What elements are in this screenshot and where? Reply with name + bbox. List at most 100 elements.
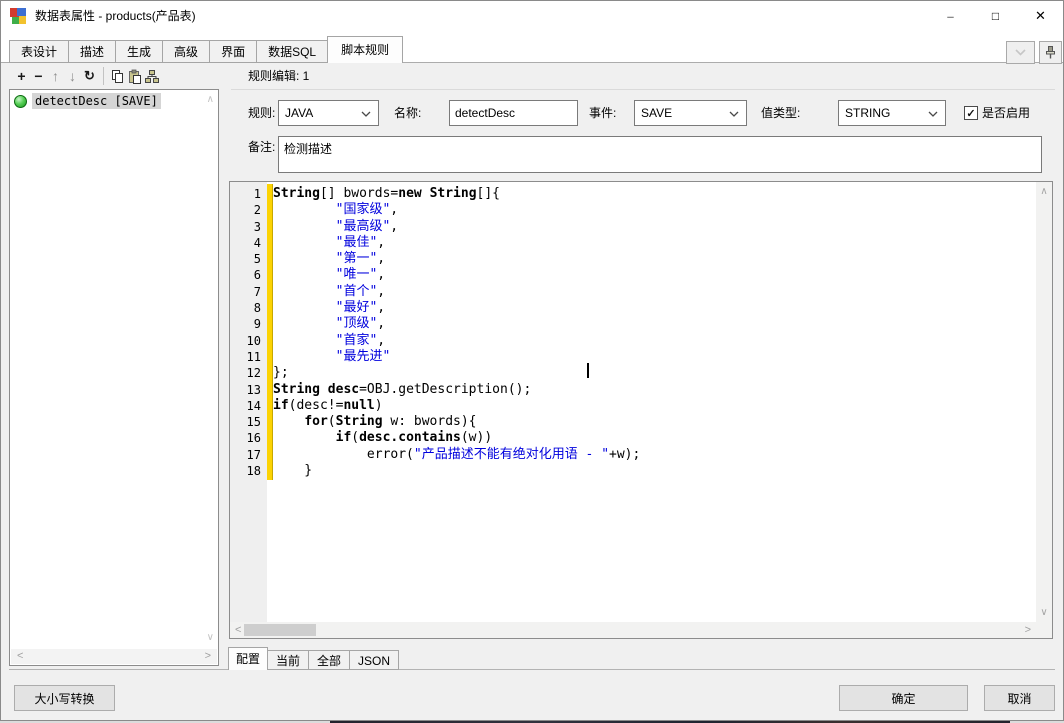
line-number: 3: [230, 219, 267, 235]
tab-bar: 表设计 描述 生成 高级 界面 数据SQL 脚本规则: [9, 36, 403, 63]
line-number: 13: [230, 382, 267, 398]
editor-scroll-down-icon[interactable]: ∨: [1036, 607, 1052, 618]
tab-current[interactable]: 当前: [267, 650, 309, 670]
code-line: "最佳",: [273, 235, 1036, 251]
editor-horizontal-scrollbar[interactable]: < >: [230, 622, 1036, 638]
tree-horizontal-scrollbar[interactable]: < >: [11, 649, 217, 664]
line-number: 18: [230, 463, 267, 479]
app-icon: [10, 8, 26, 24]
tab-advanced[interactable]: 高级: [162, 40, 210, 63]
screen: 数据表属性 - products(产品表) – □ ✕ 表设计 描述 生成 高级…: [0, 0, 1064, 723]
code-line: "第一",: [273, 251, 1036, 267]
rule-type-select[interactable]: JAVA: [278, 100, 379, 126]
tab-generate[interactable]: 生成: [115, 40, 163, 63]
editor-scroll-up-icon[interactable]: ∧: [1036, 186, 1052, 197]
line-number: 16: [230, 430, 267, 446]
remark-label: 备注:: [248, 134, 275, 160]
tab-config[interactable]: 配置: [228, 647, 268, 670]
code-line: "最好",: [273, 300, 1036, 316]
window-title: 数据表属性 - products(产品表): [35, 1, 196, 31]
tab-interface[interactable]: 界面: [209, 40, 257, 63]
toolbar-separator: [103, 67, 104, 85]
move-down-icon[interactable]: ↓: [64, 66, 81, 86]
code-line: if(desc.contains(w)): [273, 430, 1036, 446]
line-number: 2: [230, 202, 267, 218]
text-caret: [587, 363, 589, 378]
line-number: 11: [230, 349, 267, 365]
code-line: String[] bwords=new String[]{: [273, 186, 1036, 202]
line-number: 8: [230, 300, 267, 316]
tab-script-rules[interactable]: 脚本规则: [327, 36, 403, 63]
close-icon[interactable]: ✕: [1018, 1, 1063, 31]
title-bar: 数据表属性 - products(产品表) – □ ✕: [1, 1, 1063, 31]
line-number: 9: [230, 316, 267, 332]
minimize-icon[interactable]: –: [928, 1, 973, 31]
rule-toolbar: + − ↑ ↓ ↻: [13, 63, 160, 89]
remark-textarea[interactable]: 检测描述: [278, 136, 1042, 173]
chevron-down-icon: [1015, 49, 1026, 56]
header-divider: [231, 89, 1055, 90]
chevron-down-icon: [361, 111, 371, 117]
pin-icon: [1045, 46, 1056, 59]
tree-scroll-right-icon[interactable]: >: [205, 649, 211, 664]
paste-icon[interactable]: [126, 66, 143, 86]
maximize-icon[interactable]: □: [973, 1, 1018, 31]
rule-type-value: JAVA: [285, 106, 313, 120]
pin-button[interactable]: [1039, 41, 1062, 64]
tree-item-label: detectDesc [SAVE]: [32, 93, 161, 109]
add-icon[interactable]: +: [13, 66, 30, 86]
window-controls: – □ ✕: [928, 1, 1063, 31]
value-type-select[interactable]: STRING: [838, 100, 946, 126]
cancel-button[interactable]: 取消: [984, 685, 1055, 711]
case-convert-button[interactable]: 大小写转换: [14, 685, 115, 711]
move-up-icon[interactable]: ↑: [47, 66, 64, 86]
rule-name-input[interactable]: [449, 100, 578, 126]
code-lines[interactable]: String[] bwords=new String[]{ "国家级", "最高…: [273, 186, 1036, 479]
event-label: 事件:: [589, 100, 616, 126]
enabled-checkbox[interactable]: ✓: [964, 106, 978, 120]
rule-label: 规则:: [248, 100, 275, 126]
tab-data-sql[interactable]: 数据SQL: [256, 40, 328, 63]
line-number: 14: [230, 398, 267, 414]
line-number: 1: [230, 186, 267, 202]
check-icon: ✓: [966, 107, 975, 120]
script-editor[interactable]: 123456789101112131415161718 String[] bwo…: [229, 181, 1053, 639]
refresh-icon[interactable]: ↻: [81, 66, 98, 86]
chevron-down-icon: [928, 111, 938, 117]
copy-icon[interactable]: [109, 66, 126, 86]
editor-scroll-right-icon[interactable]: >: [1025, 622, 1031, 638]
code-line: "国家级",: [273, 202, 1036, 218]
line-number: 6: [230, 267, 267, 283]
code-line: "最高级",: [273, 219, 1036, 235]
code-line: "唯一",: [273, 267, 1036, 283]
code-line: String desc=OBJ.getDescription();: [273, 382, 1036, 398]
green-rule-icon: [14, 95, 27, 108]
name-label: 名称:: [394, 100, 421, 126]
event-select[interactable]: SAVE: [634, 100, 747, 126]
gutter-numbers: 123456789101112131415161718: [230, 186, 267, 479]
tab-description[interactable]: 描述: [68, 40, 116, 63]
orgchart-icon[interactable]: [143, 66, 160, 86]
code-line: "最先进": [273, 349, 1036, 365]
tab-table-design[interactable]: 表设计: [9, 40, 69, 63]
bottom-tab-bar: 配置 当前 全部 JSON: [229, 647, 399, 670]
table-properties-window: 数据表属性 - products(产品表) – □ ✕ 表设计 描述 生成 高级…: [0, 0, 1064, 721]
rule-tree-panel[interactable]: detectDesc [SAVE] ∧ ∨ < >: [9, 89, 219, 666]
tree-item-detectdesc[interactable]: detectDesc [SAVE]: [14, 93, 161, 109]
tree-scroll-left-icon[interactable]: <: [17, 649, 23, 664]
line-number: 7: [230, 284, 267, 300]
editor-scroll-corner: [1036, 622, 1052, 638]
tab-json[interactable]: JSON: [349, 650, 399, 670]
tree-scroll-down-icon[interactable]: ∨: [207, 632, 214, 643]
remove-icon[interactable]: −: [30, 66, 47, 86]
value-type-value: STRING: [845, 106, 890, 120]
ok-button[interactable]: 确定: [839, 685, 968, 711]
editor-scroll-left-icon[interactable]: <: [235, 622, 241, 638]
dropdown-chevron-button[interactable]: [1006, 41, 1035, 64]
tree-scroll-up-icon[interactable]: ∧: [207, 94, 214, 105]
code-line: "首个",: [273, 284, 1036, 300]
tab-all[interactable]: 全部: [308, 650, 350, 670]
editor-vertical-scrollbar[interactable]: ∧ ∨: [1036, 182, 1052, 622]
editor-hscroll-thumb[interactable]: [244, 624, 316, 636]
rule-edit-counter: 规则编辑: 1: [248, 63, 309, 89]
